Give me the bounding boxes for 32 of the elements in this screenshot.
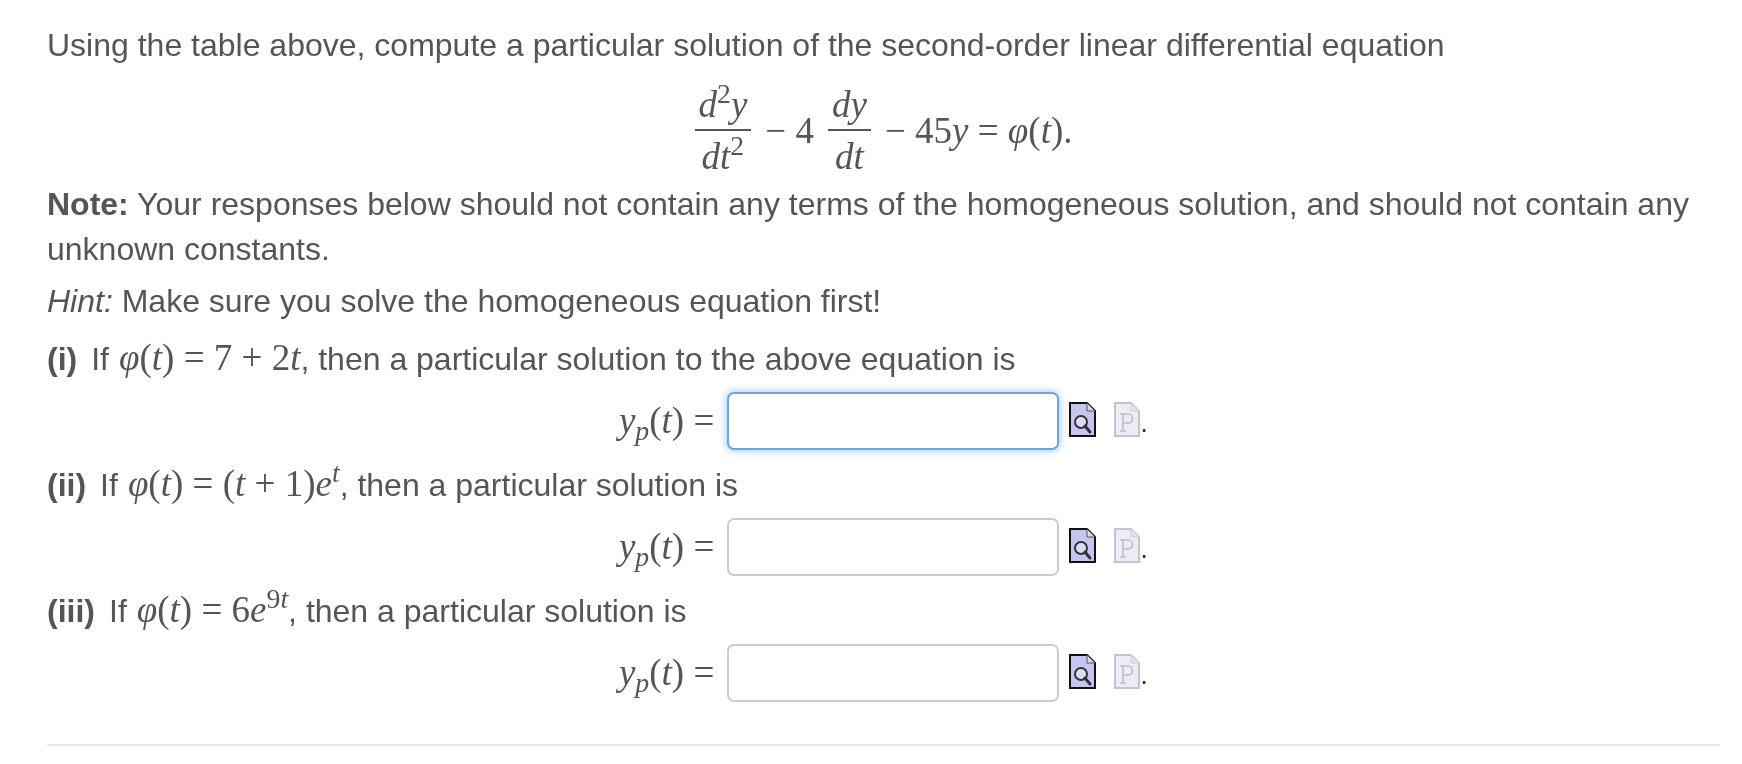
punctuation-mark: .: [1140, 532, 1149, 566]
document-magnifier-icon[interactable]: [1069, 401, 1097, 437]
fraction-denominator: dt$^{2}$: [700, 131, 746, 179]
punctuation-mark: .: [1140, 406, 1149, 440]
fraction-numerator: d$^{2}$y: [697, 83, 749, 127]
prompt-text: If: [100, 466, 118, 505]
math-expression: − 45y = φ(t).: [884, 109, 1073, 153]
prompt-text: If: [91, 340, 109, 379]
fraction-denominator: dt: [834, 135, 866, 179]
document-magnifier-icon[interactable]: [1069, 527, 1097, 563]
part-label: (iii): [47, 592, 95, 631]
answer-field[interactable]: [727, 644, 1060, 702]
part-label: (i): [47, 340, 78, 379]
document-magnifier-icon[interactable]: [1069, 653, 1097, 689]
answer-field[interactable]: [727, 392, 1060, 450]
instruction-text: Using the table above, compute a particular solution of the second-order linear differential equation: [47, 26, 1446, 65]
math-expression: φ(t) = (t + 1)e$^{t}$: [127, 462, 340, 506]
answer-field[interactable]: [727, 518, 1060, 576]
document-p-icon: [1114, 653, 1141, 689]
math-expression: φ(t) = 7 + 2t: [119, 336, 301, 380]
math-expression: − 4: [765, 109, 814, 153]
note-text: Note: Your responses below should not contain any terms of the homogeneous solution, and should not contain any unknown constants.: [47, 185, 1690, 269]
prompt-text: , then a particular solution to the above equation is: [300, 340, 1016, 379]
hint-text: Hint: Make sure you solve the homogeneous equation first!: [47, 282, 883, 321]
prompt-text: If: [109, 592, 127, 631]
fraction-numerator: dy: [830, 83, 868, 127]
document-p-icon: [1114, 527, 1141, 563]
prompt-text: , then a particular solution is: [288, 593, 687, 631]
document-p-icon: [1114, 401, 1141, 437]
part-label: (ii): [47, 466, 87, 505]
punctuation-mark: .: [1140, 658, 1149, 692]
prompt-text: , then a particular solution is: [339, 467, 739, 505]
